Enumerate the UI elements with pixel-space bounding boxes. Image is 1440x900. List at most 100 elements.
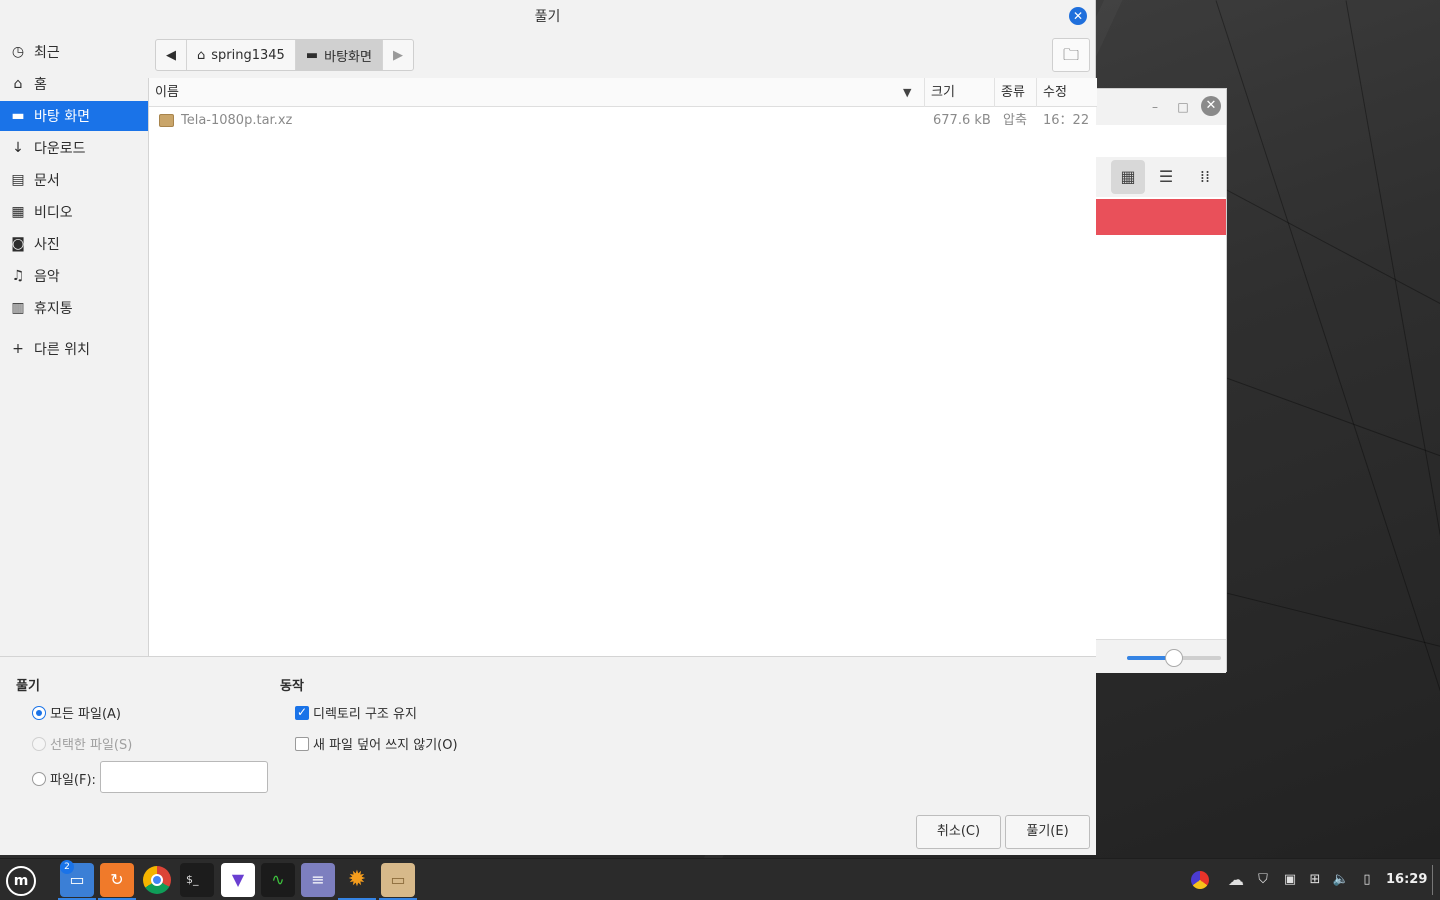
- sidebar-item-desktop[interactable]: ▬ 바탕 화면: [0, 101, 148, 131]
- sidebar-item-document[interactable]: ▤ 문서: [0, 165, 148, 195]
- camera-icon: ◙: [11, 236, 25, 252]
- zoom-slider-handle[interactable]: [1165, 649, 1183, 667]
- sidebar-item-label: 비디오: [34, 205, 73, 221]
- path-back-button[interactable]: ◀: [156, 40, 187, 70]
- music-icon: ♫: [11, 268, 25, 284]
- sidebar-item-video[interactable]: ▦ 비디오: [0, 197, 148, 227]
- shield-tray-icon[interactable]: ⛉: [1254, 871, 1272, 889]
- color-picker-tray-icon[interactable]: [1191, 871, 1209, 889]
- column-type-header[interactable]: 종류: [995, 78, 1037, 107]
- all-files-radio[interactable]: [32, 705, 46, 720]
- selected-files-option: 선택한 파일(S): [32, 734, 132, 753]
- sidebar-item-trash[interactable]: ▥ 휴지통: [0, 293, 148, 323]
- file-size: 677.6 kB: [933, 113, 991, 128]
- extract-button[interactable]: 풀기(E): [1005, 815, 1090, 849]
- path-desktop-label: 바탕화면: [324, 49, 372, 65]
- background-window-titlebar: – □ ✕: [1081, 89, 1226, 125]
- show-desktop-button[interactable]: [1432, 865, 1433, 895]
- no-overwrite-label: 새 파일 덮어 쓰지 않기(O): [313, 738, 458, 753]
- sidebar-item-plus[interactable]: + 다른 위치: [0, 334, 148, 364]
- no-overwrite-checkbox[interactable]: [295, 736, 309, 751]
- terminal-icon: $_: [186, 873, 199, 886]
- sidebar-item-music[interactable]: ♫ 음악: [0, 261, 148, 291]
- list-view-icon[interactable]: ☰: [1149, 160, 1183, 194]
- path-forward-button[interactable]: ▶: [383, 40, 413, 70]
- sidebar-item-label: 휴지통: [34, 301, 73, 317]
- video-icon: ▦: [11, 204, 25, 220]
- column-name-header[interactable]: 이름: [149, 78, 925, 107]
- files-label: 파일(F):: [50, 773, 96, 788]
- home-icon: ⌂: [13, 76, 23, 92]
- path-home-label: spring1345: [211, 47, 285, 63]
- archive-icon: ▭: [390, 870, 406, 889]
- sidebar-item-label: 다른 위치: [34, 342, 90, 358]
- maximize-icon[interactable]: □: [1173, 97, 1193, 117]
- extract-options: 풀기 모든 파일(A) 선택한 파일(S) 파일(F): 동작 디렉토리 구조 …: [0, 656, 1096, 855]
- sidebar-item-home[interactable]: ⌂ 홈: [0, 69, 148, 99]
- xnview-button[interactable]: ✹: [340, 863, 374, 897]
- system-monitor-button[interactable]: ∿: [261, 863, 295, 897]
- chevron-right-icon: ▶: [392, 47, 403, 63]
- sidebar-item-label: 바탕 화면: [34, 109, 90, 125]
- column-modified-header[interactable]: 수정: [1037, 78, 1097, 107]
- sidebar-item-label: 홈: [34, 77, 47, 93]
- extract-dialog: 풀기 ✕ ◀ ⌂ spring1345 ▬ 바탕화면 ▶ 🗀 ◷ 최근 ⌂ 홈 ▬ 바탕 …: [0, 0, 1097, 855]
- compact-view-icon[interactable]: ⁞⁞: [1188, 160, 1222, 194]
- volume-tray-icon[interactable]: 🔈: [1332, 871, 1350, 889]
- update-icon: ↻: [110, 870, 124, 889]
- column-size-header[interactable]: 크기: [925, 78, 995, 107]
- file-list: 이름 ▼ 크기 종류 수정 Tela-1080p.tar.xz 677.6 kB…: [148, 78, 1097, 656]
- terminal-button[interactable]: $_: [180, 863, 214, 897]
- text-editor-button[interactable]: ≡: [301, 863, 335, 897]
- table-row[interactable]: Tela-1080p.tar.xz 677.6 kB 압축 16：22: [149, 108, 1097, 134]
- battery-tray-icon[interactable]: ▯: [1358, 871, 1376, 889]
- chrome-icon: [143, 866, 171, 894]
- all-files-option[interactable]: 모든 파일(A): [32, 703, 121, 722]
- sidebar-item-download[interactable]: ↓ 다운로드: [0, 133, 148, 163]
- network-tray-icon[interactable]: ⊞: [1306, 871, 1324, 889]
- close-icon[interactable]: ✕: [1201, 96, 1221, 116]
- sidebar-item-camera[interactable]: ◙ 사진: [0, 229, 148, 259]
- clock-icon: ◷: [11, 44, 25, 60]
- new-folder-icon: 🗀: [1062, 45, 1079, 64]
- places-sidebar: ◷ 최근 ⌂ 홈 ▬ 바탕 화면 ↓ 다운로드 ▤ 문서 ▦ 비디오 ◙ 사진 ♫ 음악 ▥ 휴지통 + 다른 위치: [0, 36, 148, 656]
- grid-view-icon[interactable]: ▦: [1111, 160, 1145, 194]
- close-icon[interactable]: ✕: [1069, 7, 1087, 25]
- clock[interactable]: 16:29: [1386, 859, 1427, 900]
- selected-files-radio: [32, 736, 46, 751]
- update-manager-button[interactable]: ↻: [100, 863, 134, 897]
- proton-vpn-button[interactable]: ▼: [221, 863, 255, 897]
- no-overwrite-option[interactable]: 새 파일 덮어 쓰지 않기(O): [295, 734, 458, 753]
- dialog-title: 풀기: [534, 9, 561, 25]
- all-files-label: 모든 파일(A): [50, 707, 122, 722]
- sort-down-icon[interactable]: ▼: [903, 78, 911, 107]
- vpn-icon: ▼: [231, 870, 245, 889]
- background-window: – □ ✕ ▦ ☰ ⁞⁞: [1080, 88, 1227, 673]
- files-pattern-input[interactable]: [100, 761, 268, 793]
- archive-icon: [159, 114, 174, 127]
- cloud-tray-icon[interactable]: ☁: [1224, 871, 1248, 889]
- extract-heading: 풀기: [16, 679, 40, 694]
- files-option[interactable]: 파일(F):: [32, 769, 96, 788]
- selected-files-label: 선택한 파일(S): [50, 738, 133, 753]
- sidebar-item-label: 최근: [34, 45, 60, 61]
- chrome-button[interactable]: [140, 863, 174, 897]
- sidebar-item-label: 사진: [34, 237, 60, 253]
- cancel-button[interactable]: 취소(C): [916, 815, 1001, 849]
- files-radio[interactable]: [32, 771, 46, 786]
- minimize-icon[interactable]: –: [1145, 97, 1165, 117]
- start-menu-button[interactable]: m: [3, 863, 39, 897]
- sidebar-item-label: 음악: [34, 269, 60, 285]
- path-desktop-button[interactable]: ▬ 바탕화면: [295, 40, 383, 70]
- path-bar: ◀ ⌂ spring1345 ▬ 바탕화면 ▶: [155, 39, 414, 71]
- desktop-icon: ▬: [11, 108, 25, 124]
- keep-structure-checkbox[interactable]: [295, 705, 309, 720]
- keyboard-tray-icon[interactable]: ▣: [1281, 871, 1299, 889]
- file-list-header: 이름 ▼ 크기 종류 수정: [149, 78, 1097, 107]
- archive-manager-button[interactable]: ▭: [381, 863, 415, 897]
- sidebar-item-clock[interactable]: ◷ 최근: [0, 37, 148, 67]
- keep-structure-option[interactable]: 디렉토리 구조 유지: [295, 703, 417, 722]
- path-home-button[interactable]: ⌂ spring1345: [187, 40, 296, 70]
- new-folder-button[interactable]: 🗀: [1052, 38, 1090, 72]
- background-window-toolbar: ▦ ☰ ⁞⁞: [1081, 157, 1226, 197]
